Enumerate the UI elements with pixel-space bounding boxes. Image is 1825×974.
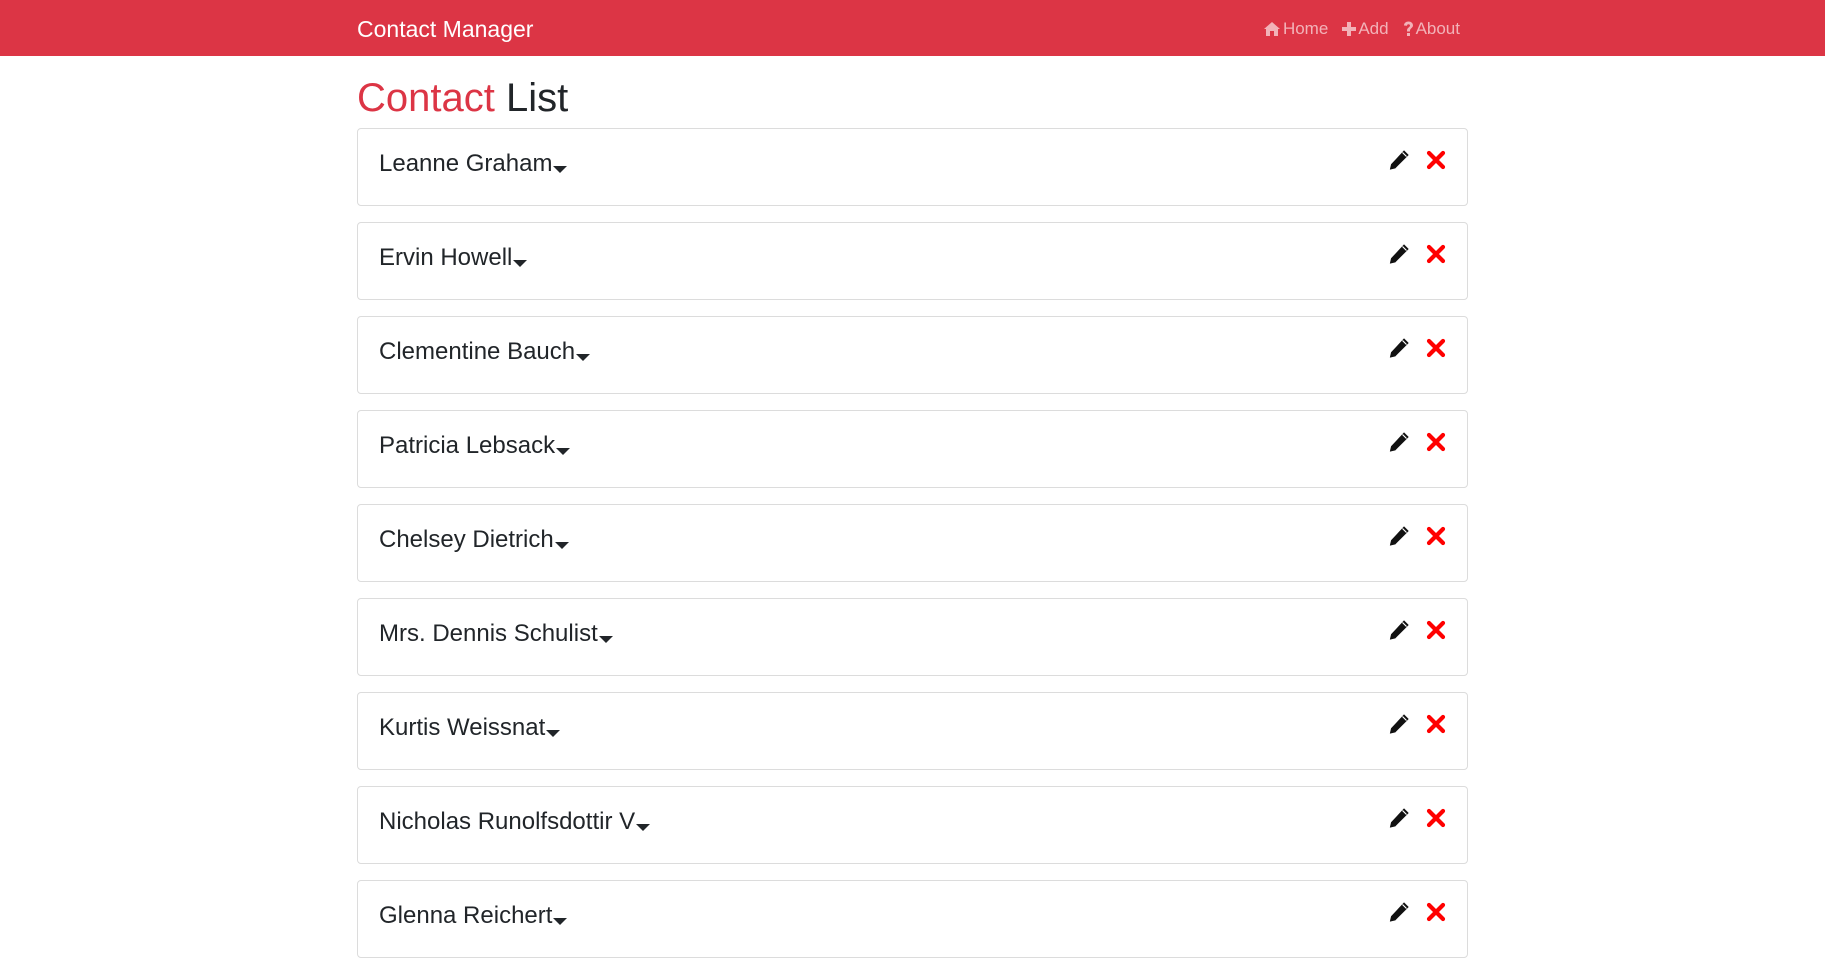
plus-icon	[1342, 22, 1357, 36]
nav-add-link[interactable]: Add	[1342, 19, 1389, 39]
times-icon	[1425, 526, 1447, 551]
contact-name-toggle[interactable]: Nicholas Runolfsdottir V	[379, 808, 651, 836]
contact-name-toggle[interactable]: Leanne Graham	[379, 150, 568, 178]
contact-card: Glenna Reichert	[357, 880, 1468, 958]
contact-card: Kurtis Weissnat	[357, 692, 1468, 770]
contact-actions	[1387, 524, 1447, 553]
pencil-icon	[1387, 618, 1411, 646]
contact-name: Patricia Lebsack	[379, 432, 556, 459]
delete-contact-button[interactable]	[1425, 431, 1447, 458]
navbar: Contact Manager Home Add About	[0, 0, 1825, 56]
contact-name-toggle[interactable]: Mrs. Dennis Schulist	[379, 620, 613, 648]
contact-name: Leanne Graham	[379, 150, 553, 177]
contact-name-toggle[interactable]: Chelsey Dietrich	[379, 526, 569, 554]
times-icon	[1425, 150, 1447, 175]
contact-name-toggle[interactable]: Glenna Reichert	[379, 902, 568, 930]
contact-actions	[1387, 148, 1447, 177]
contact-actions	[1387, 618, 1447, 647]
times-icon	[1425, 338, 1447, 363]
pencil-icon	[1387, 430, 1411, 458]
contact-actions	[1387, 712, 1447, 741]
nav-about-label: About	[1415, 19, 1460, 38]
nav-home-label: Home	[1282, 19, 1329, 38]
contact-name-toggle[interactable]: Kurtis Weissnat	[379, 714, 561, 742]
pencil-icon	[1387, 524, 1411, 552]
delete-contact-button[interactable]	[1425, 525, 1447, 552]
pencil-icon	[1387, 900, 1411, 928]
delete-contact-button[interactable]	[1425, 619, 1447, 646]
delete-contact-button[interactable]	[1425, 149, 1447, 176]
times-icon	[1425, 620, 1447, 645]
delete-contact-button[interactable]	[1425, 713, 1447, 740]
pencil-icon	[1387, 336, 1411, 364]
contact-card: Patricia Lebsack	[357, 410, 1468, 488]
caret-down-icon	[553, 917, 568, 925]
brand-link[interactable]: Contact Manager	[357, 15, 533, 43]
caret-down-icon	[553, 165, 568, 173]
page-title: Contact List	[357, 74, 568, 122]
contact-name: Mrs. Dennis Schulist	[379, 620, 598, 647]
contact-name: Kurtis Weissnat	[379, 714, 546, 741]
edit-contact-button[interactable]	[1387, 524, 1411, 553]
edit-contact-button[interactable]	[1387, 712, 1411, 741]
times-icon	[1425, 432, 1447, 457]
contact-list: Leanne Graham Ervin Howell Clementine Ba…	[357, 128, 1468, 974]
page-title-rest: List	[505, 76, 569, 120]
contact-name: Nicholas Runolfsdottir V	[379, 808, 636, 835]
contact-name: Chelsey Dietrich	[379, 526, 554, 553]
question-icon	[1403, 21, 1414, 37]
nav-add-label: Add	[1358, 19, 1389, 38]
caret-down-icon	[554, 541, 569, 549]
caret-down-icon	[513, 259, 528, 267]
contact-card: Mrs. Dennis Schulist	[357, 598, 1468, 676]
nav-about-link[interactable]: About	[1403, 19, 1460, 39]
contact-actions	[1387, 242, 1447, 271]
delete-contact-button[interactable]	[1425, 243, 1447, 270]
pencil-icon	[1387, 242, 1411, 270]
times-icon	[1425, 902, 1447, 927]
edit-contact-button[interactable]	[1387, 618, 1411, 647]
delete-contact-button[interactable]	[1425, 807, 1447, 834]
edit-contact-button[interactable]	[1387, 148, 1411, 177]
contact-card: Chelsey Dietrich	[357, 504, 1468, 582]
delete-contact-button[interactable]	[1425, 337, 1447, 364]
edit-contact-button[interactable]	[1387, 806, 1411, 835]
times-icon	[1425, 244, 1447, 269]
caret-down-icon	[636, 823, 651, 831]
pencil-icon	[1387, 712, 1411, 740]
delete-contact-button[interactable]	[1425, 901, 1447, 928]
contact-name: Glenna Reichert	[379, 902, 553, 929]
home-icon	[1263, 21, 1281, 37]
edit-contact-button[interactable]	[1387, 336, 1411, 365]
caret-down-icon	[576, 353, 591, 361]
contact-name-toggle[interactable]: Patricia Lebsack	[379, 432, 571, 460]
contact-name-toggle[interactable]: Clementine Bauch	[379, 338, 591, 366]
caret-down-icon	[598, 635, 613, 643]
contact-name: Ervin Howell	[379, 244, 513, 271]
contact-name-toggle[interactable]: Ervin Howell	[379, 244, 528, 272]
caret-down-icon	[556, 447, 571, 455]
nav-links: Home Add About	[1263, 18, 1460, 40]
times-icon	[1425, 808, 1447, 833]
contact-actions	[1387, 900, 1447, 929]
edit-contact-button[interactable]	[1387, 900, 1411, 929]
times-icon	[1425, 714, 1447, 739]
nav-home-link[interactable]: Home	[1263, 19, 1328, 39]
pencil-icon	[1387, 148, 1411, 176]
caret-down-icon	[546, 729, 561, 737]
page-title-accent: Contact	[357, 76, 495, 120]
contact-card: Ervin Howell	[357, 222, 1468, 300]
contact-name: Clementine Bauch	[379, 338, 576, 365]
contact-card: Leanne Graham	[357, 128, 1468, 206]
pencil-icon	[1387, 806, 1411, 834]
contact-card: Nicholas Runolfsdottir V	[357, 786, 1468, 864]
contact-card: Clementine Bauch	[357, 316, 1468, 394]
contact-actions	[1387, 806, 1447, 835]
edit-contact-button[interactable]	[1387, 430, 1411, 459]
contact-actions	[1387, 430, 1447, 459]
edit-contact-button[interactable]	[1387, 242, 1411, 271]
contact-actions	[1387, 336, 1447, 365]
